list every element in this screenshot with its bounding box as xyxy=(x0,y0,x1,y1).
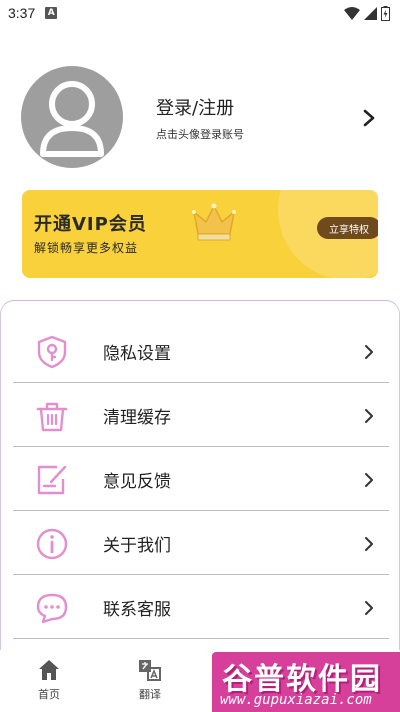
nav-label: 首页 xyxy=(38,688,60,701)
menu-item-customer-service[interactable]: 联系客服 xyxy=(13,575,389,639)
status-time: 3:37 xyxy=(8,5,36,21)
chevron-right-icon xyxy=(365,537,373,551)
menu-item-privacy[interactable]: 隐私设置 xyxy=(13,319,389,383)
menu-label: 意见反馈 xyxy=(103,472,171,492)
edit-note-icon xyxy=(37,465,67,495)
default-avatar-icon[interactable] xyxy=(21,66,123,168)
chevron-right-icon[interactable] xyxy=(362,108,376,128)
nav-item-translate[interactable]: 翻译 xyxy=(130,658,170,704)
settings-panel: 隐私设置 清理缓存 意见反馈 关于我们 联系客服 xyxy=(0,300,400,660)
menu-item-clear-cache[interactable]: 清理缓存 xyxy=(13,383,389,447)
nav-label: 翻译 xyxy=(139,688,161,701)
chevron-right-icon xyxy=(365,601,373,615)
status-bar: 3:37 A xyxy=(0,0,400,26)
vip-banner[interactable]: 开通VIP会员 解锁畅享更多权益 立享特权 xyxy=(22,190,378,278)
menu-item-feedback[interactable]: 意见反馈 xyxy=(13,447,389,511)
chevron-right-icon xyxy=(365,473,373,487)
site-watermark: 谷普软件园 www.gupuxiazai.com xyxy=(212,652,400,712)
menu-label: 联系客服 xyxy=(103,600,171,620)
login-register-title[interactable]: 登录/注册 xyxy=(156,94,234,120)
info-icon xyxy=(36,528,68,560)
menu-label: 关于我们 xyxy=(103,536,171,556)
translate-icon xyxy=(139,660,161,681)
wifi-icon xyxy=(344,6,360,20)
menu-item-about[interactable]: 关于我们 xyxy=(13,511,389,575)
status-icons xyxy=(344,5,390,21)
vip-privilege-button[interactable]: 立享特权 xyxy=(317,217,378,239)
menu-label: 隐私设置 xyxy=(103,344,171,364)
trash-icon xyxy=(36,402,68,432)
login-hint: 点击头像登录账号 xyxy=(156,128,244,141)
profile-section[interactable]: 登录/注册 点击头像登录账号 xyxy=(0,62,400,172)
nav-item-home[interactable]: 首页 xyxy=(29,658,69,704)
vip-title: 开通VIP会员 xyxy=(34,214,147,235)
shield-key-icon xyxy=(37,335,67,369)
notification-icon: A xyxy=(45,7,58,19)
signal-icon xyxy=(364,6,377,20)
crown-icon xyxy=(192,203,236,241)
watermark-url: www.gupuxiazai.com xyxy=(220,692,372,708)
menu-label: 清理缓存 xyxy=(103,408,171,428)
vip-subtitle: 解锁畅享更多权益 xyxy=(34,241,139,255)
chat-bubble-icon xyxy=(36,593,68,624)
chevron-right-icon xyxy=(365,345,373,359)
battery-icon xyxy=(381,5,390,21)
home-icon xyxy=(39,660,59,680)
chevron-right-icon xyxy=(365,409,373,423)
